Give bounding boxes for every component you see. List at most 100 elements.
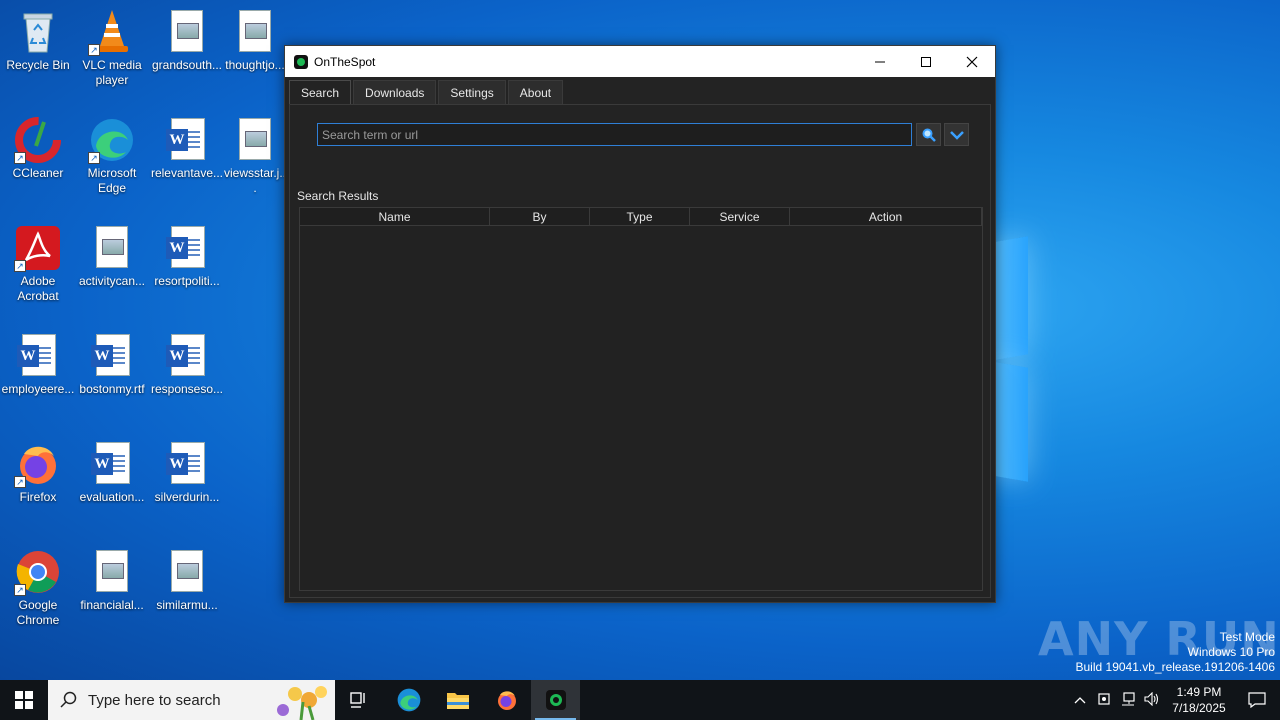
column-header-action[interactable]: Action xyxy=(790,208,982,225)
image-file-icon xyxy=(88,548,136,596)
clock-date: 7/18/2025 xyxy=(1172,701,1226,715)
desktop-icon-file[interactable]: W relevantave... xyxy=(149,116,225,181)
desktop-icon-file[interactable]: similarmu... xyxy=(149,548,225,613)
desktop-icon-chrome[interactable]: ↗ Google Chrome xyxy=(0,548,76,628)
desktop-icon-label: grandsouth... xyxy=(151,58,223,72)
tray-device-button[interactable] xyxy=(1092,692,1116,709)
desktop-icon-label: financialal... xyxy=(80,598,144,612)
desktop-icon-label: Firefox xyxy=(19,490,57,504)
desktop-icon-file[interactable]: W bostonmy.rtf xyxy=(74,332,150,397)
options-dropdown-button[interactable] xyxy=(944,123,969,146)
tab-search[interactable]: Search xyxy=(289,80,352,104)
column-header-type[interactable]: Type xyxy=(590,208,690,225)
taskbar-search-box[interactable]: Type here to search xyxy=(48,680,335,720)
desktop-icon-file[interactable]: financialal... xyxy=(74,548,150,613)
desktop-icon-file[interactable]: W responseso... xyxy=(149,332,225,397)
desktop-icon-ccleaner[interactable]: ↗ CCleaner xyxy=(0,116,76,181)
taskbar-file-explorer[interactable] xyxy=(433,680,482,720)
desktop-icon-label: similarmu... xyxy=(156,598,218,612)
app-icon xyxy=(294,54,308,69)
minimize-button[interactable] xyxy=(857,46,903,77)
taskbar: Type here to search 1:49 PM 7/18/2025 xyxy=(0,680,1280,720)
desktop-icon-file[interactable]: W evaluation... xyxy=(74,440,150,505)
maximize-icon xyxy=(921,56,931,67)
watermark-test-mode: Test Mode xyxy=(1219,630,1275,644)
desktop-icon-label: VLC media player xyxy=(82,58,142,87)
search-button[interactable] xyxy=(916,123,941,146)
desktop-icon-vlc[interactable]: ↗ VLC media player xyxy=(74,8,150,88)
search-results-table[interactable]: Name By Type Service Action xyxy=(299,207,983,591)
desktop-icon-label: CCleaner xyxy=(12,166,64,180)
vlc-cone-icon: ↗ xyxy=(88,8,136,56)
desktop-icon-file[interactable]: activitycan... xyxy=(74,224,150,289)
tab-settings[interactable]: Settings xyxy=(438,80,506,104)
chevron-down-icon xyxy=(949,130,964,140)
taskbar-onthespot[interactable] xyxy=(531,680,580,720)
system-watermark: Test Mode Windows 10 Pro Build 19041.vb_… xyxy=(1076,630,1276,675)
network-button[interactable] xyxy=(1116,691,1140,709)
firefox-icon: ↗ xyxy=(14,440,62,488)
word-document-icon: W xyxy=(163,440,211,488)
column-header-name[interactable]: Name xyxy=(300,208,490,225)
word-document-icon: W xyxy=(14,332,62,380)
edge-icon xyxy=(397,688,420,712)
desktop-icon-file[interactable]: W silverdurin... xyxy=(149,440,225,505)
desktop-icon-label: silverdurin... xyxy=(154,490,220,504)
action-center-button[interactable] xyxy=(1234,692,1280,708)
device-icon xyxy=(1098,692,1110,705)
desktop-icon-file[interactable]: grandsouth... xyxy=(149,8,225,73)
taskbar-firefox[interactable] xyxy=(482,680,531,720)
word-document-icon: W xyxy=(88,332,136,380)
notification-icon xyxy=(1248,692,1266,708)
window-titlebar[interactable]: OnTheSpot xyxy=(285,46,995,77)
desktop-icon-edge[interactable]: ↗ Microsoft Edge xyxy=(74,116,150,196)
onthespot-app-icon xyxy=(545,690,566,710)
tab-downloads[interactable]: Downloads xyxy=(353,80,437,104)
search-results-label: Search Results xyxy=(297,189,379,203)
image-file-icon xyxy=(163,8,211,56)
search-input[interactable] xyxy=(317,123,912,146)
show-hidden-icons-button[interactable] xyxy=(1068,693,1092,707)
search-icon xyxy=(922,128,936,142)
system-tray: 1:49 PM 7/18/2025 xyxy=(1068,680,1280,720)
desktop-icon-label: Google Chrome xyxy=(16,598,60,627)
close-button[interactable] xyxy=(949,46,995,77)
clock[interactable]: 1:49 PM 7/18/2025 xyxy=(1164,684,1234,716)
image-file-icon xyxy=(231,8,279,56)
tab-bar: Search Downloads Settings About xyxy=(289,80,565,104)
desktop-icon-file[interactable]: W employeere... xyxy=(0,332,76,397)
desktop-icon-file[interactable]: viewsstar.j... xyxy=(224,116,286,196)
watermark-edition: Windows 10 Pro xyxy=(1187,645,1275,659)
minimize-icon xyxy=(875,61,885,62)
desktop-icon-recycle-bin[interactable]: Recycle Bin xyxy=(0,8,76,73)
search-highlight-flowers-icon xyxy=(277,686,327,720)
word-document-icon: W xyxy=(88,440,136,488)
table-header: Name By Type Service Action xyxy=(300,208,982,226)
tab-about[interactable]: About xyxy=(507,80,564,104)
image-file-icon xyxy=(163,548,211,596)
desktop-icon-acrobat[interactable]: ↗ Adobe Acrobat xyxy=(0,224,76,304)
desktop-icon-file[interactable]: W resortpoliti... xyxy=(149,224,225,289)
image-file-icon xyxy=(231,116,279,164)
desktop-icon-label: Microsoft Edge xyxy=(87,166,137,195)
close-icon xyxy=(966,56,978,67)
firefox-icon xyxy=(497,691,516,710)
taskbar-edge[interactable] xyxy=(384,680,433,720)
chrome-icon: ↗ xyxy=(14,548,62,596)
desktop-icon-file[interactable]: thoughtjo... xyxy=(224,8,286,73)
maximize-button[interactable] xyxy=(903,46,949,77)
onthespot-window[interactable]: OnTheSpot Search Downloads Settings Abou… xyxy=(284,45,996,603)
windows-start-icon xyxy=(15,691,33,709)
volume-button[interactable] xyxy=(1140,691,1164,709)
search-icon xyxy=(60,691,77,708)
column-header-service[interactable]: Service xyxy=(690,208,790,225)
desktop-icon-label: Adobe Acrobat xyxy=(17,274,59,303)
desktop-icon-label: resortpoliti... xyxy=(154,274,220,288)
task-view-button[interactable] xyxy=(335,680,384,720)
word-document-icon: W xyxy=(163,224,211,272)
column-header-by[interactable]: By xyxy=(490,208,590,225)
search-tab-panel: Search Results Name By Type Service Acti… xyxy=(289,104,991,598)
desktop-icon-firefox[interactable]: ↗ Firefox xyxy=(0,440,76,505)
window-title: OnTheSpot xyxy=(314,54,376,69)
start-button[interactable] xyxy=(0,680,48,720)
